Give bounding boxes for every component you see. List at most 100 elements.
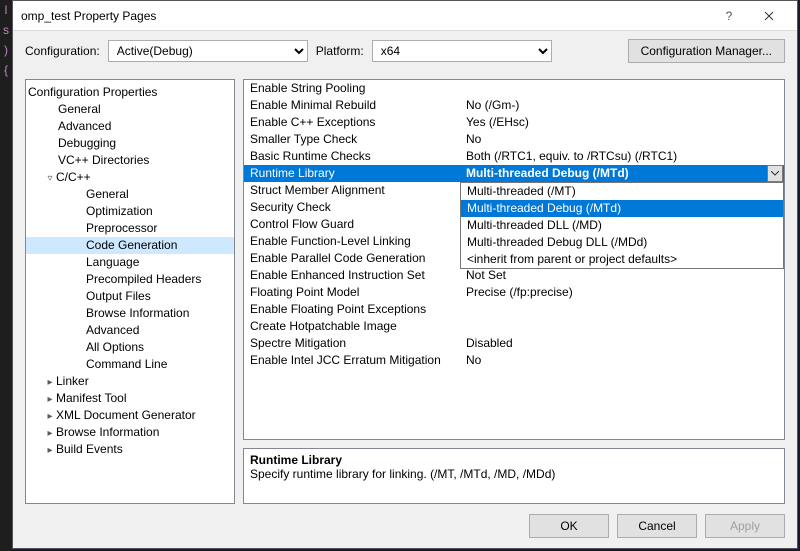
tree-item[interactable]: Output Files <box>26 288 234 305</box>
platform-label: Platform: <box>316 44 364 58</box>
tree-item-label: General <box>58 102 101 116</box>
property-value[interactable]: Not Set <box>460 267 784 284</box>
tree-item[interactable]: Advanced <box>26 118 234 135</box>
property-row[interactable]: Create Hotpatchable Image <box>244 318 784 335</box>
configuration-manager-button[interactable]: Configuration Manager... <box>628 39 785 63</box>
tree-caret-icon[interactable]: ▸ <box>44 374 56 391</box>
runtime-library-dropdown[interactable]: Multi-threaded (/MT)Multi-threaded Debug… <box>460 182 784 269</box>
property-row[interactable]: Smaller Type CheckNo <box>244 131 784 148</box>
tree-item[interactable]: ▿C/C++ <box>26 169 234 186</box>
property-row[interactable]: Runtime LibraryMulti-threaded Debug (/MT… <box>244 165 784 182</box>
property-value[interactable]: Disabled <box>460 335 784 352</box>
cancel-button[interactable]: Cancel <box>617 514 697 538</box>
property-value[interactable]: No <box>460 352 784 369</box>
property-row[interactable]: Enable String Pooling <box>244 80 784 97</box>
tree-item-label: Optimization <box>86 204 153 218</box>
tree-item[interactable]: General <box>26 186 234 203</box>
tree-item[interactable]: VC++ Directories <box>26 152 234 169</box>
tree-item[interactable]: ▸Manifest Tool <box>26 390 234 407</box>
property-name: Enable C++ Exceptions <box>244 114 460 131</box>
property-value[interactable] <box>460 318 784 335</box>
property-row[interactable]: Enable Enhanced Instruction SetNot Set <box>244 267 784 284</box>
tree-pane[interactable]: ▿Configuration PropertiesGeneralAdvanced… <box>25 79 235 504</box>
property-name: Enable Floating Point Exceptions <box>244 301 460 318</box>
dropdown-button[interactable] <box>767 165 783 182</box>
tree-item[interactable]: Command Line <box>26 356 234 373</box>
property-value[interactable]: Yes (/EHsc) <box>460 114 784 131</box>
tree-item-label: Configuration Properties <box>28 85 157 99</box>
platform-select[interactable]: x64 <box>372 40 552 62</box>
property-value[interactable]: Multi-threaded Debug (/MTd) <box>460 165 784 182</box>
tree-item-label: Command Line <box>86 357 167 371</box>
property-row[interactable]: Enable Minimal RebuildNo (/Gm-) <box>244 97 784 114</box>
tree-item-label: XML Document Generator <box>56 408 196 422</box>
property-row[interactable]: Enable C++ ExceptionsYes (/EHsc) <box>244 114 784 131</box>
property-value[interactable]: No <box>460 131 784 148</box>
tree-item-label: Browse Information <box>56 425 159 439</box>
window-title: omp_test Property Pages <box>21 9 709 23</box>
property-value[interactable] <box>460 301 784 318</box>
property-row[interactable]: Floating Point ModelPrecise (/fp:precise… <box>244 284 784 301</box>
tree-caret-icon[interactable]: ▸ <box>44 442 56 459</box>
chevron-down-icon <box>771 171 779 176</box>
property-name: Smaller Type Check <box>244 131 460 148</box>
tree-item-label: Advanced <box>58 119 111 133</box>
config-row: Configuration: Active(Debug) Platform: x… <box>13 31 797 71</box>
tree-item[interactable]: ▸Browse Information <box>26 424 234 441</box>
tree-item[interactable]: All Options <box>26 339 234 356</box>
property-name: Enable Parallel Code Generation <box>244 250 460 267</box>
dropdown-item[interactable]: Multi-threaded Debug (/MTd) <box>461 200 783 217</box>
property-row[interactable]: Spectre MitigationDisabled <box>244 335 784 352</box>
property-name: Control Flow Guard <box>244 216 460 233</box>
tree-item[interactable]: ▸Build Events <box>26 441 234 458</box>
property-row[interactable]: Basic Runtime ChecksBoth (/RTC1, equiv. … <box>244 148 784 165</box>
property-name: Enable Minimal Rebuild <box>244 97 460 114</box>
tree-item[interactable]: Preprocessor <box>26 220 234 237</box>
tree-item[interactable]: Optimization <box>26 203 234 220</box>
tree-item-label: Linker <box>56 374 89 388</box>
tree-item-label: General <box>86 187 129 201</box>
dropdown-item[interactable]: Multi-threaded DLL (/MD) <box>461 217 783 234</box>
tree-item[interactable]: ▸Linker <box>26 373 234 390</box>
titlebar: omp_test Property Pages ? <box>13 1 797 31</box>
configuration-select[interactable]: Active(Debug) <box>108 40 308 62</box>
tree-item-label: Manifest Tool <box>56 391 126 405</box>
property-value[interactable]: No (/Gm-) <box>460 97 784 114</box>
property-value[interactable] <box>460 80 784 97</box>
tree-item[interactable]: Language <box>26 254 234 271</box>
tree-item[interactable]: Debugging <box>26 135 234 152</box>
tree-item-label: Code Generation <box>86 238 177 252</box>
tree-item-label: C/C++ <box>56 170 91 184</box>
property-value[interactable]: Precise (/fp:precise) <box>460 284 784 301</box>
tree-caret-icon[interactable]: ▸ <box>44 391 56 408</box>
property-name: Floating Point Model <box>244 284 460 301</box>
apply-button[interactable]: Apply <box>705 514 785 538</box>
close-button[interactable] <box>749 4 789 28</box>
dialog-buttons: OK Cancel Apply <box>13 504 797 548</box>
tree-item[interactable]: ▸XML Document Generator <box>26 407 234 424</box>
help-button[interactable]: ? <box>709 4 749 28</box>
tree-item[interactable]: Advanced <box>26 322 234 339</box>
tree-caret-icon[interactable]: ▿ <box>44 170 56 187</box>
ok-button[interactable]: OK <box>529 514 609 538</box>
property-row[interactable]: Enable Intel JCC Erratum MitigationNo <box>244 352 784 369</box>
tree-item-label: Language <box>86 255 139 269</box>
tree-item[interactable]: General <box>26 101 234 118</box>
tree-item[interactable]: ▿Configuration Properties <box>26 84 234 101</box>
tree-caret-icon[interactable]: ▸ <box>44 408 56 425</box>
property-name: Create Hotpatchable Image <box>244 318 460 335</box>
tree-caret-icon[interactable]: ▸ <box>44 425 56 442</box>
configuration-label: Configuration: <box>25 44 100 58</box>
property-name: Enable Intel JCC Erratum Mitigation <box>244 352 460 369</box>
property-row[interactable]: Enable Floating Point Exceptions <box>244 301 784 318</box>
tree-item-label: Output Files <box>86 289 151 303</box>
property-value[interactable]: Both (/RTC1, equiv. to /RTCsu) (/RTC1) <box>460 148 784 165</box>
tree-item[interactable]: Precompiled Headers <box>26 271 234 288</box>
property-grid[interactable]: Enable String PoolingEnable Minimal Rebu… <box>243 79 785 440</box>
dropdown-item[interactable]: <inherit from parent or project defaults… <box>461 251 783 268</box>
tree-item[interactable]: Browse Information <box>26 305 234 322</box>
tree-item[interactable]: Code Generation <box>26 237 234 254</box>
property-name: Basic Runtime Checks <box>244 148 460 165</box>
dropdown-item[interactable]: Multi-threaded (/MT) <box>461 183 783 200</box>
dropdown-item[interactable]: Multi-threaded Debug DLL (/MDd) <box>461 234 783 251</box>
